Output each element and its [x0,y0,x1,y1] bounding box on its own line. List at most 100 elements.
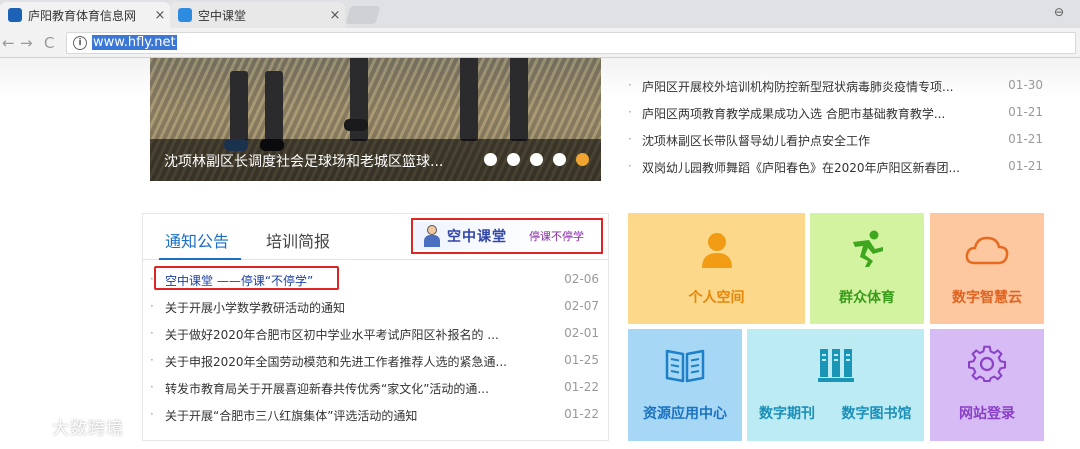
tile-resource-center[interactable]: 资源应用中心 [628,329,742,441]
page-content: 沈项林副区长调度社会足球场和老城区篮球... · 庐阳区开展校外培训机构防控新型… [0,58,1080,449]
list-item[interactable]: · 双岗幼儿园教师舞蹈《庐阳春色》在2020年庐阳区新春团... 01-21 [625,159,1045,179]
banner-title: 空中课堂 [447,229,507,245]
site-favicon-icon [8,8,22,22]
tile-digital-journal-library[interactable]: 数字期刊 数字图书馆 [747,329,924,441]
back-arrow-icon[interactable]: ← [2,34,15,52]
tile-label: 数字智慧云 [952,290,1022,306]
url-input[interactable]: i www.hfly.net [66,32,1076,54]
user-profile-icon[interactable]: ⊖ [1054,5,1070,21]
notice-title[interactable]: 关于开展小学数学教研活动的通知 [165,299,545,316]
notice-title[interactable]: 关于做好2020年合肥市区初中学业水平考试庐阳区补报名的 ... [165,326,545,343]
notice-title[interactable]: 关于开展“合肥市三八红旗集体”评选活动的通知 [165,407,545,424]
tile-mass-sports[interactable]: 群众体育 [810,213,924,324]
news-title[interactable]: 沈项林副区长带队督导幼儿看护点安全工作 [642,132,972,149]
address-bar: ← → C i www.hfly.net [0,28,1080,58]
tile-label: 群众体育 [839,290,895,306]
watermark-text: 大数跨境 [52,419,124,439]
tile-digital-cloud[interactable]: 数字智慧云 [930,213,1044,324]
news-date: 01-21 [1008,159,1043,173]
new-tab-button[interactable] [345,6,381,24]
bullet: · [628,159,632,173]
notice-date: 01-22 [564,380,599,394]
notice-date: 02-06 [564,272,599,286]
tile-label-journal: 数字期刊 [759,406,815,422]
bullet: · [628,105,632,119]
banner-body: 空中课堂 停课不停学 [415,222,599,250]
notice-date: 01-25 [564,353,599,367]
news-date: 01-21 [1008,132,1043,146]
kongzhong-ketang-banner[interactable]: 空中课堂 停课不停学 [411,218,603,254]
slide-dot[interactable] [553,153,566,166]
list-item[interactable]: · 关于开展“合肥市三八红旗集体”评选活动的通知 01-22 [143,407,608,429]
slide-dot-active[interactable] [576,153,589,166]
slide-caption-bar: 沈项林副区长调度社会足球场和老城区篮球... [150,139,601,181]
person-icon [701,233,732,268]
highlight-box [154,266,339,290]
bullet: · [150,353,154,367]
news-title[interactable]: 双岗幼儿园教师舞蹈《庐阳春色》在2020年庐阳区新春团... [642,159,972,176]
slide-dot[interactable] [530,153,543,166]
bullet: · [150,407,154,421]
notice-title[interactable]: 关于申报2020年全国劳动模范和先进工作者推荐人选的紧急通... [165,353,545,370]
notice-date: 01-22 [564,407,599,421]
books-icon [817,349,854,382]
url-text[interactable]: www.hfly.net [92,35,177,50]
news-title[interactable]: 庐阳区开展校外培训机构防控新型冠状病毒肺炎疫情专项... [642,78,972,95]
list-item[interactable]: · 转发市教育局关于开展喜迎新春共传优秀“家文化”活动的通... 01-22 [143,380,608,402]
tab-close-icon[interactable]: × [325,8,345,23]
notice-panel: 通知公告 培训简报 空中课堂 停课不停学 · 空中课堂 ——停课“不停学” 02… [142,213,609,441]
browser-tab-bar: 庐阳教育体育信息网 × 空中课堂 × ⊖ [0,0,1080,28]
list-item[interactable]: · 关于做好2020年合肥市区初中学业水平考试庐阳区补报名的 ... 02-01 [143,326,608,348]
news-slider[interactable]: 沈项林副区长调度社会足球场和老城区篮球... [150,58,601,181]
bullet: · [628,78,632,92]
tile-site-login[interactable]: 网站登录 [930,329,1044,441]
news-title[interactable]: 庐阳区两项教育教学成果成功入选 合肥市基础教育教学... [642,105,972,122]
slide-photo-detail [230,71,248,141]
slide-dot[interactable] [484,153,497,166]
book-icon [665,349,705,383]
news-date: 01-30 [1008,78,1043,92]
browser-tab-hfly[interactable]: 庐阳教育体育信息网 × [0,2,170,28]
tab-title: 庐阳教育体育信息网 [28,8,137,23]
tab-title: 空中课堂 [198,8,247,23]
notice-date: 02-01 [564,326,599,340]
gear-icon [968,345,1006,382]
bullet: · [150,380,154,394]
notice-tabs: 通知公告 培训简报 空中课堂 停课不停学 [143,214,608,260]
slide-dot[interactable] [507,153,520,166]
list-item[interactable]: · 关于开展小学数学教研活动的通知 02-07 [143,299,608,321]
slide-photo-detail [460,58,478,141]
list-item[interactable]: · 沈项林副区长带队督导幼儿看护点安全工作 01-21 [625,132,1045,152]
browser-tab-kongzhong[interactable]: 空中课堂 × [170,2,345,28]
bullet: · [150,326,154,340]
forward-arrow-icon[interactable]: → [20,34,33,52]
notice-date: 02-07 [564,299,599,313]
slide-photo-detail [265,71,283,141]
news-date: 01-21 [1008,105,1043,119]
notice-title[interactable]: 转发市教育局关于开展喜迎新春共传优秀“家文化”活动的通... [165,380,545,397]
watermark-logo-icon [9,417,40,433]
slide-photo-detail [510,58,528,141]
reload-icon[interactable]: C [44,34,54,52]
tile-label: 个人空间 [688,290,745,306]
bullet: · [150,299,154,313]
site-info-icon[interactable]: i [73,36,87,50]
active-tab-underline [159,258,241,260]
tile-label-library: 数字图书馆 [841,406,912,422]
tab-training[interactable]: 培训简报 [266,228,330,252]
banner-subtitle: 停课不停学 [529,230,584,243]
bullet: · [628,132,632,146]
site-favicon-icon [178,8,192,22]
list-item[interactable]: · 关于申报2020年全国劳动模范和先进工作者推荐人选的紧急通... 01-25 [143,353,608,375]
slide-photo-detail [344,119,368,131]
tab-notice[interactable]: 通知公告 [165,228,229,252]
list-item[interactable]: · 庐阳区开展校外培训机构防控新型冠状病毒肺炎疫情专项... 01-30 [625,78,1045,98]
cloud-icon [965,236,1009,265]
tile-label: 网站登录 [959,406,1015,422]
tile-personal-space[interactable]: 个人空间 [628,213,805,324]
slide-caption[interactable]: 沈项林副区长调度社会足球场和老城区篮球... [164,151,454,171]
tile-label: 资源应用中心 [643,406,727,422]
list-item[interactable]: · 庐阳区两项教育教学成果成功入选 合肥市基础教育教学... 01-21 [625,105,1045,125]
tab-close-icon[interactable]: × [150,8,170,23]
runner-icon [853,230,883,267]
